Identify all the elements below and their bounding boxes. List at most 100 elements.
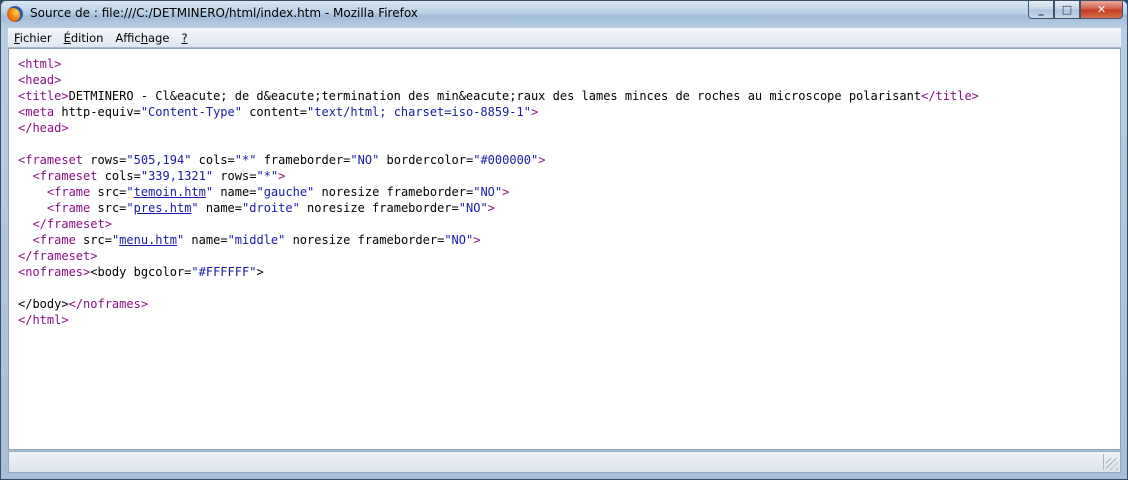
source-token: ": [126, 201, 134, 215]
source-token: [18, 185, 47, 199]
source-token: "middle": [227, 233, 286, 247]
source-token: content=: [241, 105, 308, 119]
source-link[interactable]: temoin.htm: [134, 185, 206, 199]
menu-item-fichier[interactable]: Fichier: [8, 31, 58, 45]
source-token: bordercolor=: [379, 153, 474, 167]
source-token: </frameset>: [18, 249, 98, 263]
source-token: "505,194": [126, 153, 192, 167]
source-token: "NO": [444, 233, 474, 247]
source-token: <title>: [18, 89, 69, 103]
source-token: <body bgcolor=: [90, 265, 192, 279]
source-token: http-equiv=: [54, 105, 141, 119]
source-token: "*": [256, 169, 279, 183]
source-token: >: [256, 265, 264, 279]
source-line: <frame src="temoin.htm" name="gauche" no…: [18, 184, 979, 200]
source-token: </head>: [18, 121, 69, 135]
source-token: noresize frameborder=: [285, 233, 445, 247]
source-token: "NO": [473, 185, 503, 199]
source-token: DETMINERO - Cl&eacute; de d&eacute;termi…: [68, 89, 922, 103]
title-bar[interactable]: Source de : file:///C:/DETMINERO/html/in…: [1, 1, 1127, 28]
source-line: </body></noframes>: [18, 296, 979, 312]
source-token: </html>: [18, 313, 69, 327]
source-token: noresize frameborder=: [299, 201, 459, 215]
menu-item-edition[interactable]: Édition: [58, 31, 110, 45]
source-line: <title>DETMINERO - Cl&eacute; de d&eacut…: [18, 88, 979, 104]
source-token: <frameset: [32, 169, 98, 183]
menu-bar: Fichier Édition Affichage ?: [8, 28, 1121, 48]
status-bar: [8, 451, 1121, 473]
source-token: ": [191, 201, 199, 215]
source-token: cols=: [97, 169, 141, 183]
source-token: >: [530, 105, 539, 119]
source-token: src=: [75, 233, 112, 247]
source-token: <frame: [32, 233, 76, 247]
source-token: "#000000": [473, 153, 539, 167]
source-token: >: [502, 185, 510, 199]
source-token: "gauche": [256, 185, 315, 199]
source-token: name=: [184, 233, 228, 247]
source-line: </html>: [18, 312, 979, 328]
source-token: "Content-Type": [140, 105, 242, 119]
source-token: rows=: [83, 153, 127, 167]
source-line: <noframes><body bgcolor="#FFFFFF">: [18, 264, 979, 280]
source-token: src=: [90, 201, 127, 215]
source-token: "*": [234, 153, 257, 167]
source-token: >: [538, 153, 546, 167]
source-token: [18, 201, 47, 215]
minimize-button[interactable]: _: [1028, 1, 1054, 19]
source-token: </title>: [921, 89, 979, 103]
source-line: <frame src="pres.htm" name="droite" nore…: [18, 200, 979, 216]
source-token: cols=: [191, 153, 235, 167]
source-line: </frameset>: [18, 248, 979, 264]
source-token: rows=: [213, 169, 257, 183]
source-token: [18, 217, 32, 231]
source-token: </body>: [18, 297, 69, 311]
menu-item-affichage[interactable]: Affichage: [109, 31, 175, 45]
source-token: name=: [213, 185, 257, 199]
source-line: </head>: [18, 120, 979, 136]
source-line: <head>: [18, 72, 979, 88]
source-line: [18, 136, 979, 152]
source-line: <html>: [18, 56, 979, 72]
source-line: <frame src="menu.htm" name="middle" nore…: [18, 232, 979, 248]
source-token: "NO": [350, 153, 380, 167]
source-token: >: [487, 201, 495, 215]
close-button[interactable]: ✕: [1080, 1, 1123, 19]
source-token: name=: [198, 201, 243, 215]
source-token: </noframes>: [68, 297, 149, 311]
source-line: <frameset rows="505,194" cols="*" frameb…: [18, 152, 979, 168]
source-token: "#FFFFFF": [191, 265, 257, 279]
source-token: "339,1321": [140, 169, 214, 183]
source-line: <frameset cols="339,1321" rows="*">: [18, 168, 979, 184]
source-token: ": [126, 185, 134, 199]
source-token: "droite": [242, 201, 300, 215]
source-view[interactable]: <html> <head> <title>DETMINERO - Cl&eacute…: [8, 48, 1121, 450]
source-token: >: [278, 169, 286, 183]
source-token: <html>: [18, 57, 62, 71]
source-token: <head>: [18, 73, 62, 87]
source-token: frameborder=: [256, 153, 351, 167]
resize-grip[interactable]: [1106, 458, 1118, 470]
source-link[interactable]: pres.htm: [134, 201, 192, 215]
firefox-icon[interactable]: [7, 6, 23, 22]
source-token: >: [473, 233, 481, 247]
status-divider: [1103, 454, 1104, 470]
source-token: <frame: [46, 185, 91, 199]
source-token: "text/html; charset=iso-8859-1": [307, 105, 531, 119]
source-link[interactable]: menu.htm: [119, 233, 177, 247]
source-token: [18, 169, 32, 183]
source-token: noresize frameborder=: [314, 185, 474, 199]
maximize-button[interactable]: □: [1054, 1, 1080, 19]
source-token: <frameset: [18, 153, 84, 167]
menu-item-help[interactable]: ?: [175, 31, 193, 45]
source-line: <meta http-equiv="Content-Type" content=…: [18, 104, 979, 120]
source-token: </frameset>: [32, 217, 112, 231]
source-token: [18, 233, 32, 247]
source-line: [18, 280, 979, 296]
source-token: <meta: [18, 105, 55, 119]
source-token: <frame: [46, 201, 91, 215]
source-token: src=: [90, 185, 127, 199]
window-title: Source de : file:///C:/DETMINERO/html/in…: [30, 6, 418, 20]
browser-window: Source de : file:///C:/DETMINERO/html/in…: [0, 0, 1128, 480]
source-token: <noframes>: [18, 265, 91, 279]
